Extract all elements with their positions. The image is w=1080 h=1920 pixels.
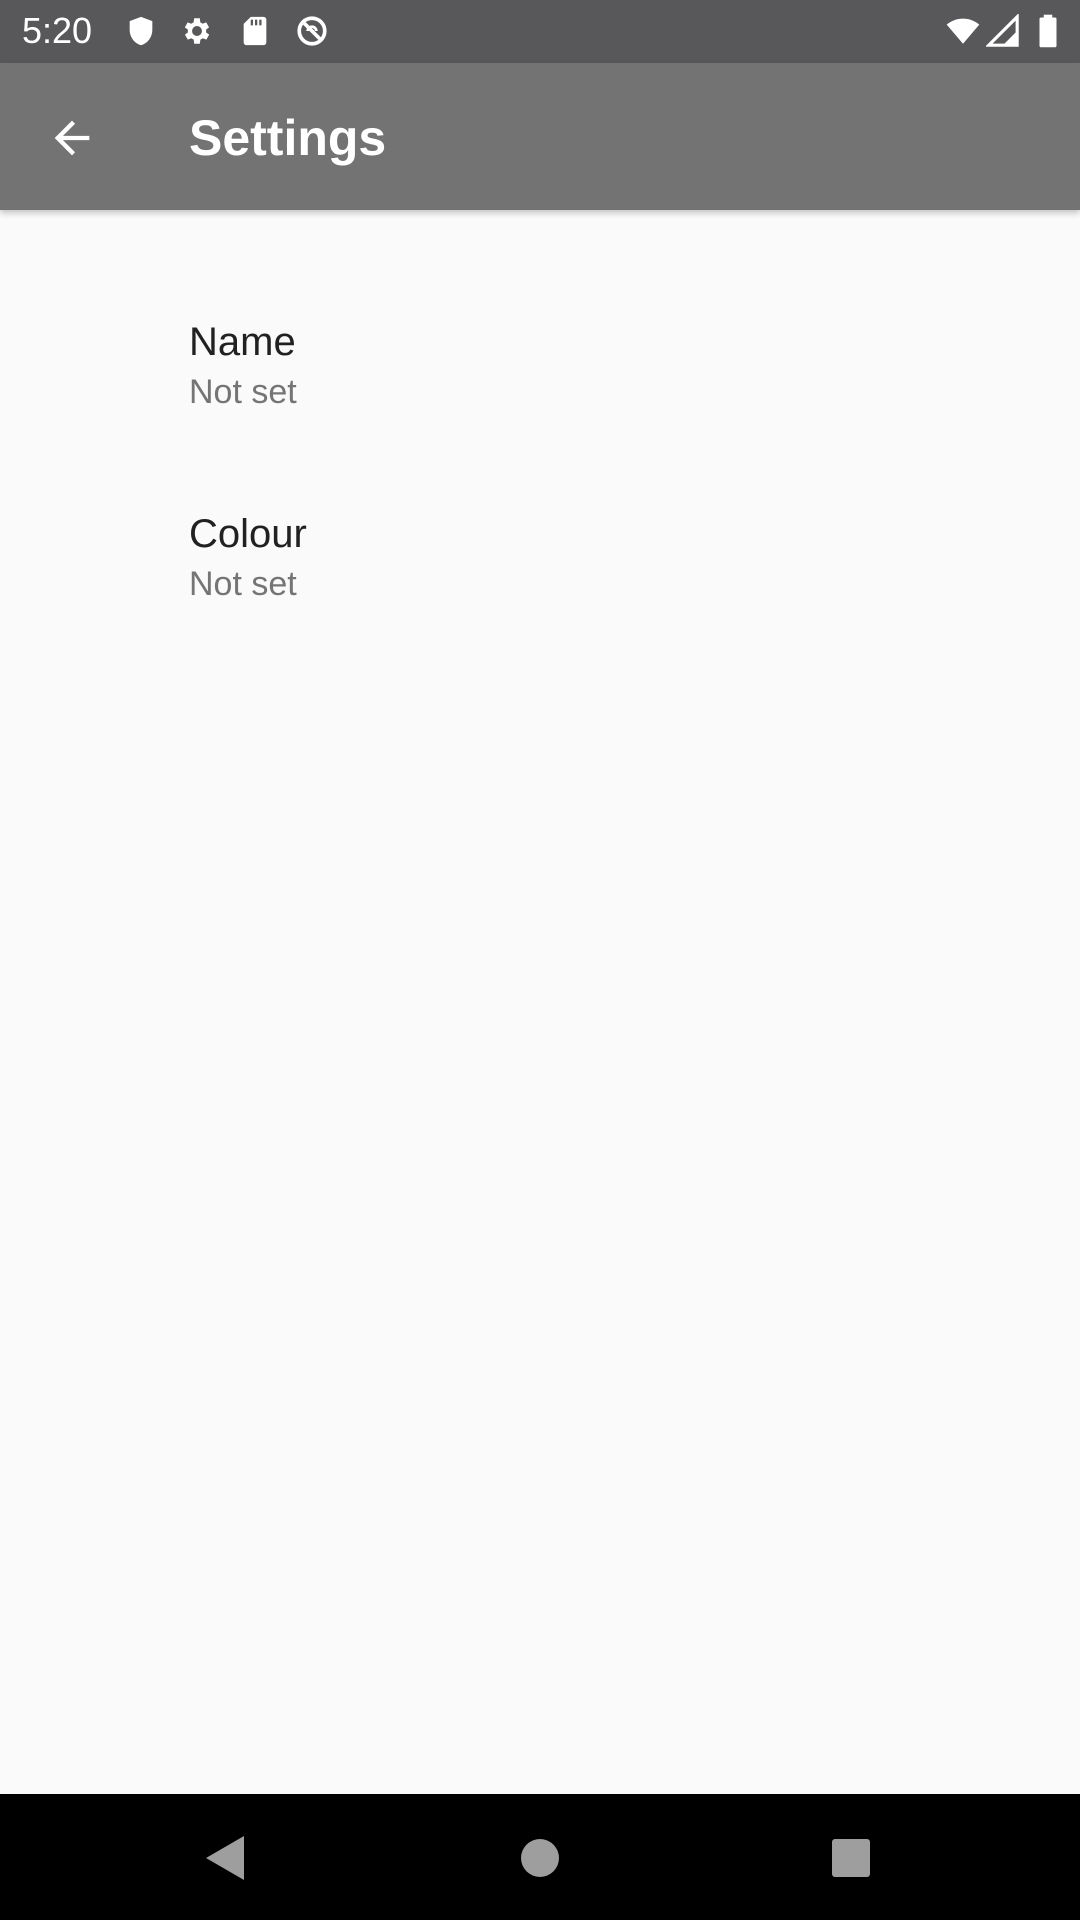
system-nav-bar	[0, 1794, 1080, 1920]
wifi-icon	[946, 18, 980, 44]
gear-icon	[184, 18, 210, 44]
preference-title: Name	[189, 320, 296, 364]
battery-icon	[1039, 14, 1057, 48]
home-circle-icon	[521, 1839, 559, 1877]
arrow-back-icon	[54, 120, 90, 156]
page-title: Settings	[189, 110, 387, 166]
preference-title: Colour	[189, 512, 307, 556]
preference-item-name[interactable]: Name Not set	[0, 318, 1080, 510]
settings-screen: 5:20 Settings Name Not set Colour Not se…	[0, 0, 1080, 1920]
nav-back-button[interactable]	[186, 1820, 266, 1896]
app-bar: Settings	[0, 63, 1080, 210]
status-time: 5:20	[22, 10, 93, 51]
signal-icon	[986, 14, 1019, 47]
nav-recents-button[interactable]	[811, 1820, 891, 1896]
sd-card-icon	[243, 16, 267, 46]
back-triangle-icon	[206, 1836, 244, 1880]
recents-square-icon	[832, 1839, 870, 1877]
preference-summary: Not set	[189, 565, 297, 603]
back-button[interactable]	[34, 100, 110, 176]
status-bar: 5:20	[0, 0, 1080, 63]
preference-item-colour[interactable]: Colour Not set	[0, 510, 1080, 702]
no-sync-icon	[297, 16, 327, 46]
preference-summary: Not set	[189, 373, 297, 411]
nav-home-button[interactable]	[500, 1820, 580, 1896]
shield-icon	[129, 16, 153, 46]
